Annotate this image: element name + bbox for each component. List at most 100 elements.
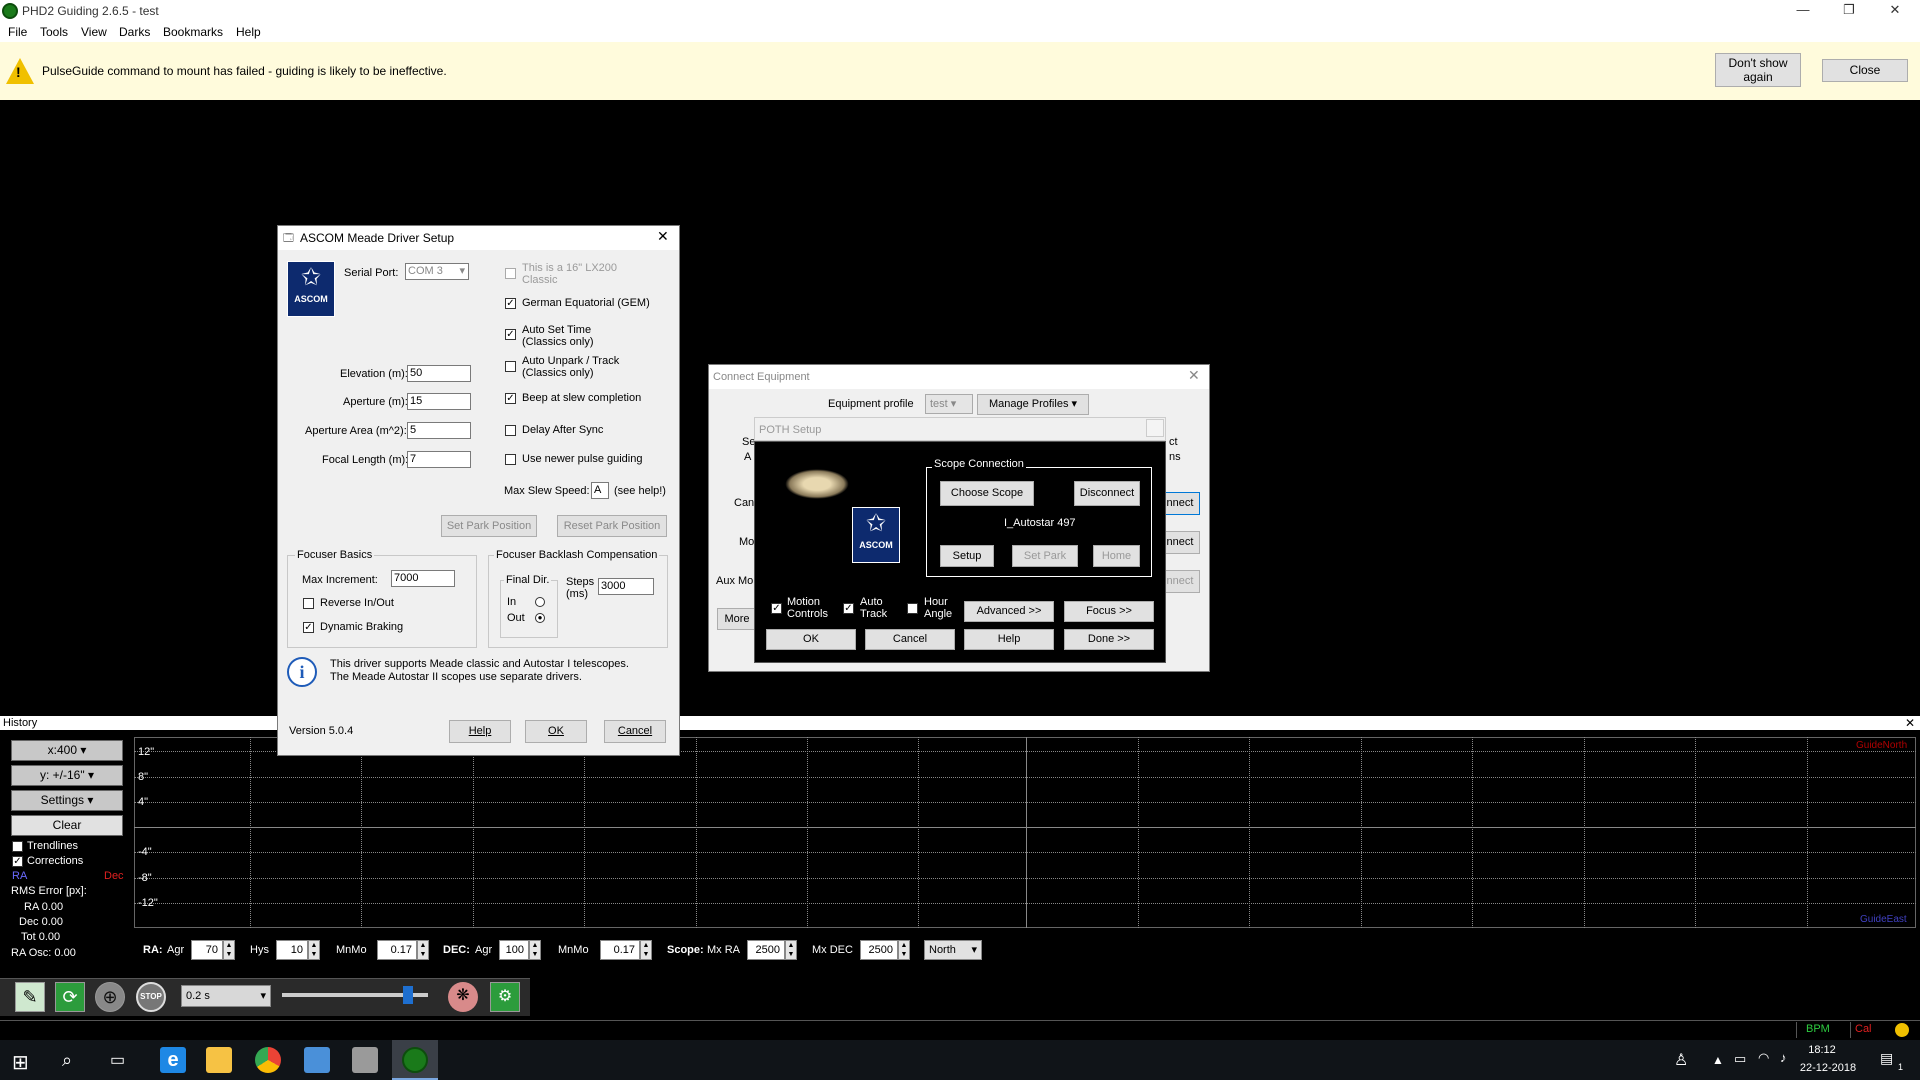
poth-close-icon[interactable] (1146, 419, 1164, 437)
brain-icon[interactable]: ❋ (448, 982, 478, 1012)
history-close-icon[interactable]: ✕ (1905, 716, 1915, 730)
in-radio[interactable] (535, 597, 545, 607)
lx200-classic-checkbox[interactable] (505, 268, 516, 279)
poth-disconnect-button[interactable]: Disconnect (1074, 481, 1140, 506)
menu-file[interactable]: File (8, 25, 27, 39)
x-scale-dropdown[interactable]: x:400 ▾ (11, 740, 123, 761)
stop-icon[interactable]: STOP (136, 982, 166, 1012)
focal-length-input[interactable]: 7 (407, 451, 471, 468)
manage-profiles-button[interactable]: Manage Profiles ▾ (977, 394, 1089, 415)
hour-angle-checkbox[interactable] (907, 603, 918, 614)
dec-mnmo-input[interactable]: 0.17 (600, 940, 640, 960)
equipment-icon[interactable]: ⚙ (490, 982, 520, 1012)
motion-controls-checkbox[interactable]: ✓ (771, 603, 782, 614)
serial-port-select[interactable]: COM 3 ▾ (405, 263, 469, 280)
connect-aux-button[interactable]: nnect (1160, 570, 1200, 593)
maximize-button[interactable]: ❐ (1826, 0, 1872, 22)
control-panel-icon[interactable] (304, 1047, 330, 1073)
set-park-position-button[interactable]: Set Park Position (441, 515, 537, 537)
ra-mnmo-stepper[interactable]: ▲ ▼ (417, 940, 429, 960)
menu-darks[interactable]: Darks (119, 25, 150, 39)
start-windows-icon[interactable]: ⊞ (12, 1050, 29, 1075)
dont-show-again-button[interactable]: Don't show again (1715, 53, 1801, 87)
gamma-slider-thumb[interactable] (403, 986, 413, 1004)
clock-time[interactable]: 18:12 (1796, 1044, 1848, 1056)
poth-cancel-button[interactable]: Cancel (865, 629, 955, 650)
connect-scope-button[interactable]: nnect (1160, 492, 1200, 515)
clock-date[interactable]: 22-12-2018 (1796, 1062, 1860, 1074)
battery-icon[interactable]: ▭ (1734, 1051, 1746, 1067)
north-dropdown[interactable]: North ▾ (924, 940, 982, 960)
mx-ra-stepper[interactable]: ▲ ▼ (785, 940, 797, 960)
minimize-button[interactable]: — (1780, 0, 1826, 22)
ra-mnmo-input[interactable]: 0.17 (377, 940, 417, 960)
close-window-button[interactable]: ✕ (1872, 0, 1918, 22)
remote-app-icon[interactable] (352, 1047, 378, 1073)
done-button[interactable]: Done >> (1064, 629, 1154, 650)
loop-pencil-icon[interactable]: ✎ (15, 982, 45, 1012)
trendlines-checkbox[interactable] (12, 841, 23, 852)
y-scale-dropdown[interactable]: y: +/-16" ▾ (11, 765, 123, 786)
connect-mount-button[interactable]: nnect (1160, 531, 1200, 554)
chevron-up-icon[interactable]: ▲ (1712, 1053, 1724, 1067)
more-button[interactable]: More (717, 608, 757, 630)
phd2-taskbar-icon[interactable] (402, 1047, 428, 1073)
chrome-icon[interactable] (255, 1047, 281, 1073)
task-view-icon[interactable]: ▭ (110, 1050, 125, 1070)
delay-sync-checkbox[interactable] (505, 425, 516, 436)
dec-agr-input[interactable]: 100 (499, 940, 529, 960)
edge-browser-icon[interactable]: e (160, 1047, 186, 1073)
infobar-close-button[interactable]: Close (1822, 59, 1908, 82)
loop-exposure-icon[interactable]: ⟳ (55, 982, 85, 1012)
guide-crosshair-icon[interactable]: ⊕ (95, 982, 125, 1012)
max-increment-input[interactable]: 7000 (391, 570, 455, 587)
dec-agr-stepper[interactable]: ▲ ▼ (529, 940, 541, 960)
auto-track-checkbox[interactable]: ✓ (843, 603, 854, 614)
ra-agr-stepper[interactable]: ▲ ▼ (223, 940, 235, 960)
newer-pulse-checkbox[interactable] (505, 454, 516, 465)
dec-mnmo-stepper[interactable]: ▲ ▼ (640, 940, 652, 960)
reset-park-position-button[interactable]: Reset Park Position (557, 515, 667, 537)
poth-setup-button[interactable]: Setup (940, 545, 994, 567)
volume-icon[interactable]: ♪ (1780, 1050, 1787, 1065)
mx-dec-stepper[interactable]: ▲ ▼ (898, 940, 910, 960)
auto-set-time-checkbox[interactable]: ✓ (505, 329, 516, 340)
exposure-dropdown[interactable]: 0.2 s ▾ (181, 985, 271, 1007)
file-explorer-icon[interactable] (206, 1047, 232, 1073)
dynamic-braking-checkbox[interactable]: ✓ (303, 622, 314, 633)
meade-ok-button[interactable]: OK (525, 720, 587, 743)
elevation-input[interactable]: 50 (407, 365, 471, 382)
aperture-area-input[interactable]: 5 (407, 422, 471, 439)
connect-close-icon[interactable]: ✕ (1188, 367, 1200, 384)
menu-view[interactable]: View (81, 25, 107, 39)
advanced-button[interactable]: Advanced >> (964, 601, 1054, 622)
meade-help-button[interactable]: Help (449, 720, 511, 743)
poth-set-park-button[interactable]: Set Park (1012, 545, 1078, 567)
focus-button[interactable]: Focus >> (1064, 601, 1154, 622)
menu-bookmarks[interactable]: Bookmarks (163, 25, 223, 39)
reverse-checkbox[interactable] (303, 598, 314, 609)
choose-scope-button[interactable]: Choose Scope (940, 481, 1034, 506)
poth-home-button[interactable]: Home (1093, 545, 1140, 567)
settings-dropdown[interactable]: Settings ▾ (11, 790, 123, 811)
people-icon[interactable]: ♙ (1674, 1050, 1688, 1070)
menu-tools[interactable]: Tools (40, 25, 68, 39)
slew-speed-input[interactable]: A (591, 482, 609, 499)
out-radio[interactable]: ● (535, 613, 545, 623)
meade-cancel-button[interactable]: Cancel (604, 720, 666, 743)
aperture-input[interactable]: 15 (407, 393, 471, 410)
beep-checkbox[interactable]: ✓ (505, 393, 516, 404)
action-center-icon[interactable]: ▤ (1880, 1050, 1893, 1067)
search-icon[interactable]: ⌕ (62, 1050, 72, 1071)
clear-button[interactable]: Clear (11, 815, 123, 836)
ra-agr-input[interactable]: 70 (191, 940, 223, 960)
mx-dec-input[interactable]: 2500 (860, 940, 898, 960)
meade-close-icon[interactable]: ✕ (657, 228, 669, 245)
gem-checkbox[interactable]: ✓ (505, 298, 516, 309)
profile-select[interactable]: test ▾ (925, 394, 973, 414)
steps-input[interactable]: 3000 (598, 578, 654, 595)
poth-ok-button[interactable]: OK (766, 629, 856, 650)
hys-stepper[interactable]: ▲ ▼ (308, 940, 320, 960)
corrections-checkbox[interactable]: ✓ (12, 856, 23, 867)
hys-input[interactable]: 10 (276, 940, 308, 960)
